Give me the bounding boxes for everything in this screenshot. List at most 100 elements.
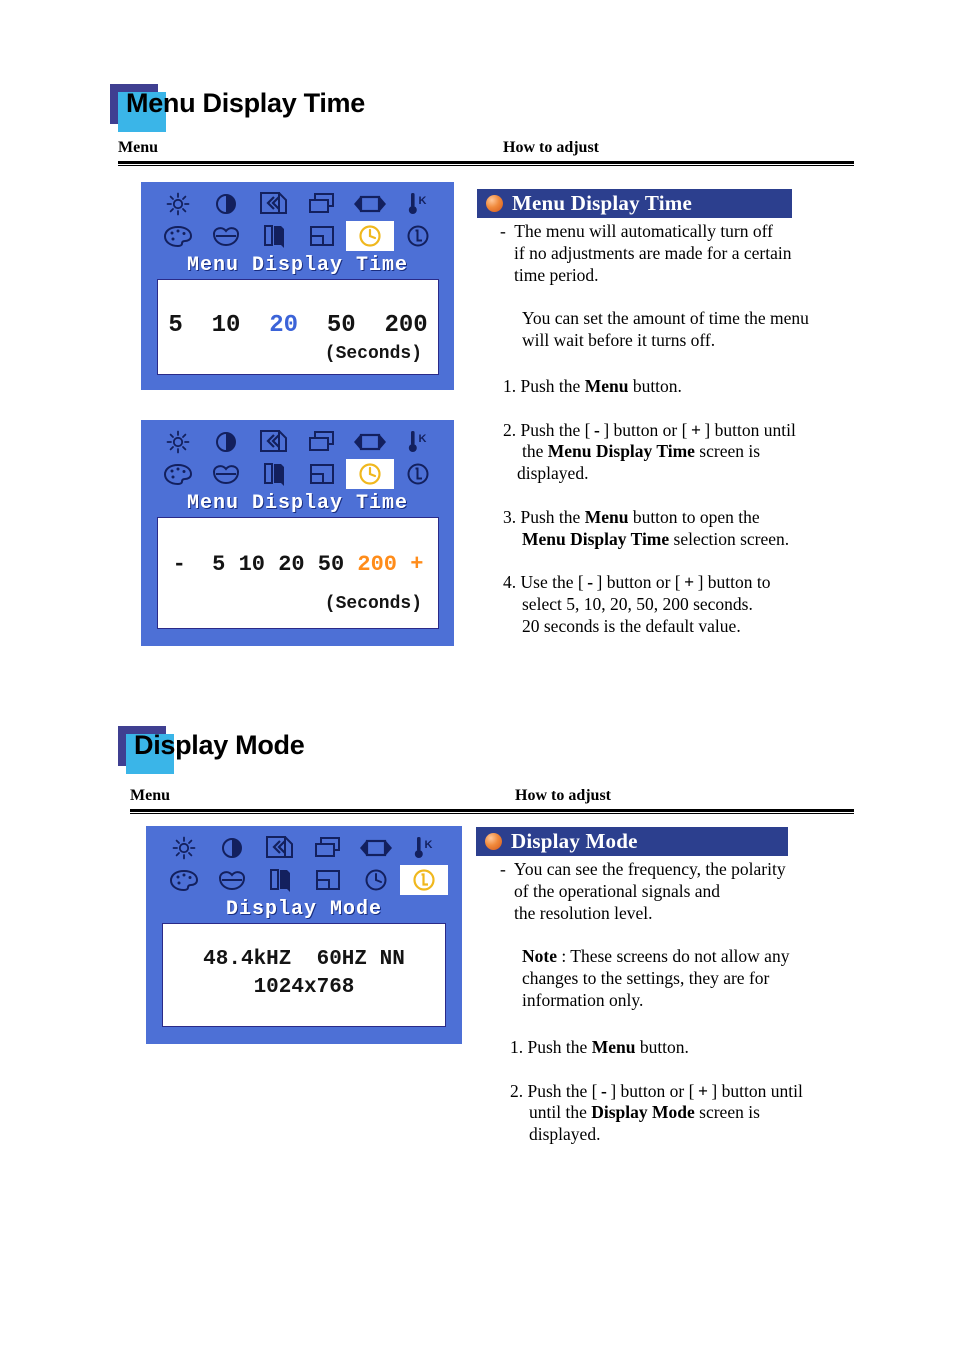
- svg-text:K: K: [425, 839, 433, 851]
- color-control-icon[interactable]: [202, 459, 250, 489]
- osd-value-20[interactable]: 20: [278, 552, 304, 577]
- osd-icon-grid: K: [141, 189, 454, 251]
- osd-icon-row-top: K: [154, 189, 442, 219]
- document-page: Menu Display Time Menu How to adjust K M…: [0, 0, 954, 1351]
- osd-icon-grid: K: [146, 833, 462, 895]
- osd-title: Menu Display Time: [186, 492, 409, 515]
- howto-step-2: 2. Push the [ - ] button or [ + ] button…: [503, 419, 796, 440]
- contrast-icon[interactable]: [202, 427, 250, 457]
- osd-icon-row-top: K: [154, 427, 442, 457]
- osd-value-5[interactable]: 5: [168, 312, 182, 339]
- sharpness-icon[interactable]: [250, 459, 298, 489]
- osd-position-icon[interactable]: [304, 865, 352, 895]
- osd-minus-button[interactable]: -: [173, 552, 186, 577]
- howto-line: time period.: [514, 264, 599, 285]
- brightness-icon[interactable]: [160, 833, 208, 863]
- osd-value-200-selected[interactable]: 200: [357, 552, 397, 577]
- sharpness-icon[interactable]: [250, 221, 298, 251]
- osd-icon-row-bottom: [154, 221, 442, 251]
- howto-steps-display-mode: 1. Push the Menu button. 2. Push the [ -…: [510, 1037, 900, 1146]
- howto-step-2-cont: displayed.: [529, 1124, 601, 1145]
- howto-bar-display-mode: Display Mode: [476, 827, 788, 856]
- menu-display-time-icon[interactable]: [345, 459, 394, 489]
- howto-line: the resolution level.: [514, 902, 653, 923]
- osd-resolution-line: 1024x768: [253, 976, 355, 999]
- image-lock-icon[interactable]: [250, 427, 298, 457]
- osd-unit-label: (Seconds): [324, 594, 422, 614]
- color-temperature-icon[interactable]: K: [400, 833, 448, 863]
- svg-text:K: K: [418, 433, 426, 445]
- image-lock-icon[interactable]: [256, 833, 304, 863]
- orange-sphere-bullet-icon: [485, 833, 502, 850]
- information-icon[interactable]: [394, 459, 442, 489]
- color-temperature-icon[interactable]: K: [394, 189, 442, 219]
- howto-step-3: 3. Push the Menu button to open the: [503, 506, 760, 527]
- howto-note-cont: information only.: [522, 989, 644, 1010]
- color-control-icon[interactable]: [202, 221, 250, 251]
- contrast-icon[interactable]: [202, 189, 250, 219]
- brightness-icon[interactable]: [154, 427, 202, 457]
- color-temperature-icon[interactable]: K: [394, 427, 442, 457]
- howto-step-4-cont: 20 seconds is the default value.: [522, 615, 741, 636]
- information-icon[interactable]: [400, 865, 448, 895]
- howto-note-cont: changes to the settings, they are for: [522, 967, 770, 988]
- position-icon[interactable]: [298, 189, 346, 219]
- howto-steps-menu-display-time: 1. Push the Menu button. 2. Push the [ -…: [503, 376, 883, 638]
- color-palette-icon[interactable]: [160, 865, 208, 895]
- osd-plus-button[interactable]: +: [410, 552, 423, 577]
- page-title: Display Mode: [134, 730, 305, 760]
- column-header-how-to-adjust: How to adjust: [503, 139, 600, 156]
- howto-line: of the operational signals and: [514, 880, 721, 901]
- sharpness-icon[interactable]: [256, 865, 304, 895]
- howto-step-4-cont: select 5, 10, 20, 50, 200 seconds.: [522, 593, 753, 614]
- position-icon[interactable]: [304, 833, 352, 863]
- osd-value-10[interactable]: 10: [212, 312, 241, 339]
- osd-title: Display Mode: [225, 898, 383, 921]
- osd-icon-row-bottom: [154, 459, 442, 489]
- osd-value-panel: - 5 10 20 50 200 + (Seconds): [157, 517, 439, 629]
- image-lock-icon[interactable]: [250, 189, 298, 219]
- howto-step-2-cont: displayed.: [517, 463, 589, 484]
- color-control-icon[interactable]: [208, 865, 256, 895]
- howto-line: You can set the amount of time the menu: [522, 308, 809, 329]
- osd-value-200[interactable]: 200: [384, 312, 427, 339]
- osd-position-icon[interactable]: [298, 459, 346, 489]
- tracking-icon[interactable]: [346, 189, 394, 219]
- position-icon[interactable]: [298, 427, 346, 457]
- osd-value-10[interactable]: 10: [239, 552, 265, 577]
- howto-line: if no adjustments are made for a certain: [514, 242, 792, 263]
- howto-step-2-cont: the Menu Display Time screen is: [522, 441, 761, 462]
- howto-bar-title: Display Mode: [511, 829, 638, 853]
- howto-line: - The menu will automatically turn off: [500, 221, 773, 241]
- howto-step-2: 2. Push the [ - ] button or [ + ] button…: [510, 1080, 803, 1101]
- svg-text:K: K: [418, 195, 426, 207]
- osd-menu-display-time-1: K Menu Display Time 5 10 20 50 200 (Seco…: [141, 182, 454, 390]
- osd-unit-label: (Seconds): [324, 344, 422, 364]
- contrast-icon[interactable]: [208, 833, 256, 863]
- osd-value-5[interactable]: 5: [212, 552, 225, 577]
- page-title: Menu Display Time: [126, 88, 365, 118]
- header-rule-2: [130, 809, 854, 814]
- osd-frequency-line: 48.4kHZ 60HZ NN: [203, 948, 405, 971]
- osd-icon-row-bottom: [160, 865, 448, 895]
- osd-value-50[interactable]: 50: [318, 552, 344, 577]
- howto-line: - You can see the frequency, the polarit…: [500, 859, 786, 879]
- osd-value-50[interactable]: 50: [327, 312, 356, 339]
- howto-body-display-mode: - You can see the frequency, the polarit…: [500, 859, 890, 1012]
- tracking-icon[interactable]: [352, 833, 400, 863]
- menu-display-time-icon[interactable]: [345, 221, 394, 251]
- howto-line: will wait before it turns off.: [522, 329, 716, 350]
- osd-value-panel: 5 10 20 50 200 (Seconds): [157, 279, 439, 375]
- osd-value-20-selected[interactable]: 20: [269, 312, 298, 339]
- tracking-icon[interactable]: [346, 427, 394, 457]
- menu-display-time-icon[interactable]: [352, 865, 400, 895]
- howto-step-3-cont: Menu Display Time selection screen.: [522, 528, 790, 549]
- information-icon[interactable]: [394, 221, 442, 251]
- color-palette-icon[interactable]: [154, 221, 202, 251]
- brightness-icon[interactable]: [154, 189, 202, 219]
- osd-icon-row-top: K: [160, 833, 448, 863]
- osd-position-icon[interactable]: [298, 221, 346, 251]
- column-header-menu: Menu: [130, 787, 170, 804]
- color-palette-icon[interactable]: [154, 459, 202, 489]
- column-header-how-to-adjust: How to adjust: [515, 787, 612, 804]
